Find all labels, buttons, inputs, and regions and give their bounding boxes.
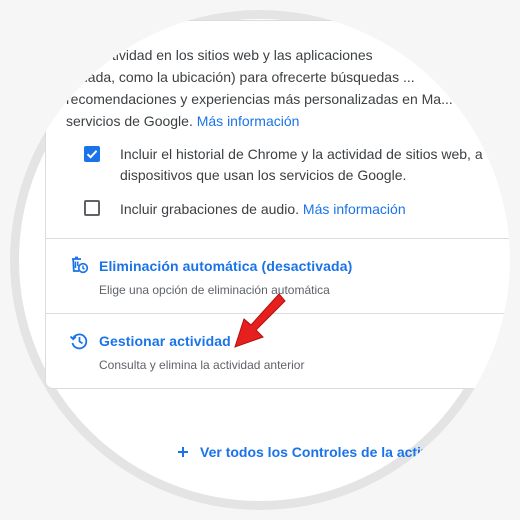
audio-recordings-row: Incluir grabaciones de audio. Más inform… [120,198,406,220]
plus-icon [178,447,188,457]
description-line: recomendaciones y experiencias más perso… [66,91,453,107]
manage-activity-title: Gestionar actividad [99,333,231,349]
audio-recordings-label: Incluir grabaciones de audio. [120,201,300,217]
activity-description: ... tu actividad en los sitios web y las… [66,44,510,132]
audio-more-info-link[interactable]: Más información [303,201,406,217]
annotation-arrow-icon [234,293,286,348]
manage-activity-subtitle: Consulta y elimina la actividad anterior [99,358,305,372]
auto-delete-subtitle: Elige una opción de eliminación automáti… [99,283,330,297]
description-line: servicios de Google. [66,113,193,129]
view-all-controls-label: Ver todos los Controles de la activi... [200,444,445,460]
more-info-link[interactable]: Más información [197,113,300,129]
audio-recordings-checkbox[interactable] [84,200,100,216]
screenshot-stage: ... tu actividad en los sitios web y las… [0,0,520,520]
magnifier-circle: ... tu actividad en los sitios web y las… [10,10,510,510]
chrome-history-label-line1: Incluir el historial de Chrome y la acti… [120,146,483,162]
chrome-history-label-line2: dispositivos que usan los servicios de G… [120,167,407,183]
divider [45,238,510,239]
description-line: ... tu actividad en los sitios web y las… [66,47,373,63]
auto-delete-icon [72,256,89,274]
description-line-last: servicios de Google. Más información [66,110,510,132]
auto-delete-title: Eliminación automática (desactivada) [99,258,353,274]
description-line: ...ciada, como la ubicación) para ofrece… [66,69,415,85]
history-icon [69,333,88,350]
chrome-history-checkbox[interactable] [84,146,100,162]
activity-settings-panel: ... tu actividad en los sitios web y las… [10,10,510,510]
checkmark-icon [86,150,98,159]
